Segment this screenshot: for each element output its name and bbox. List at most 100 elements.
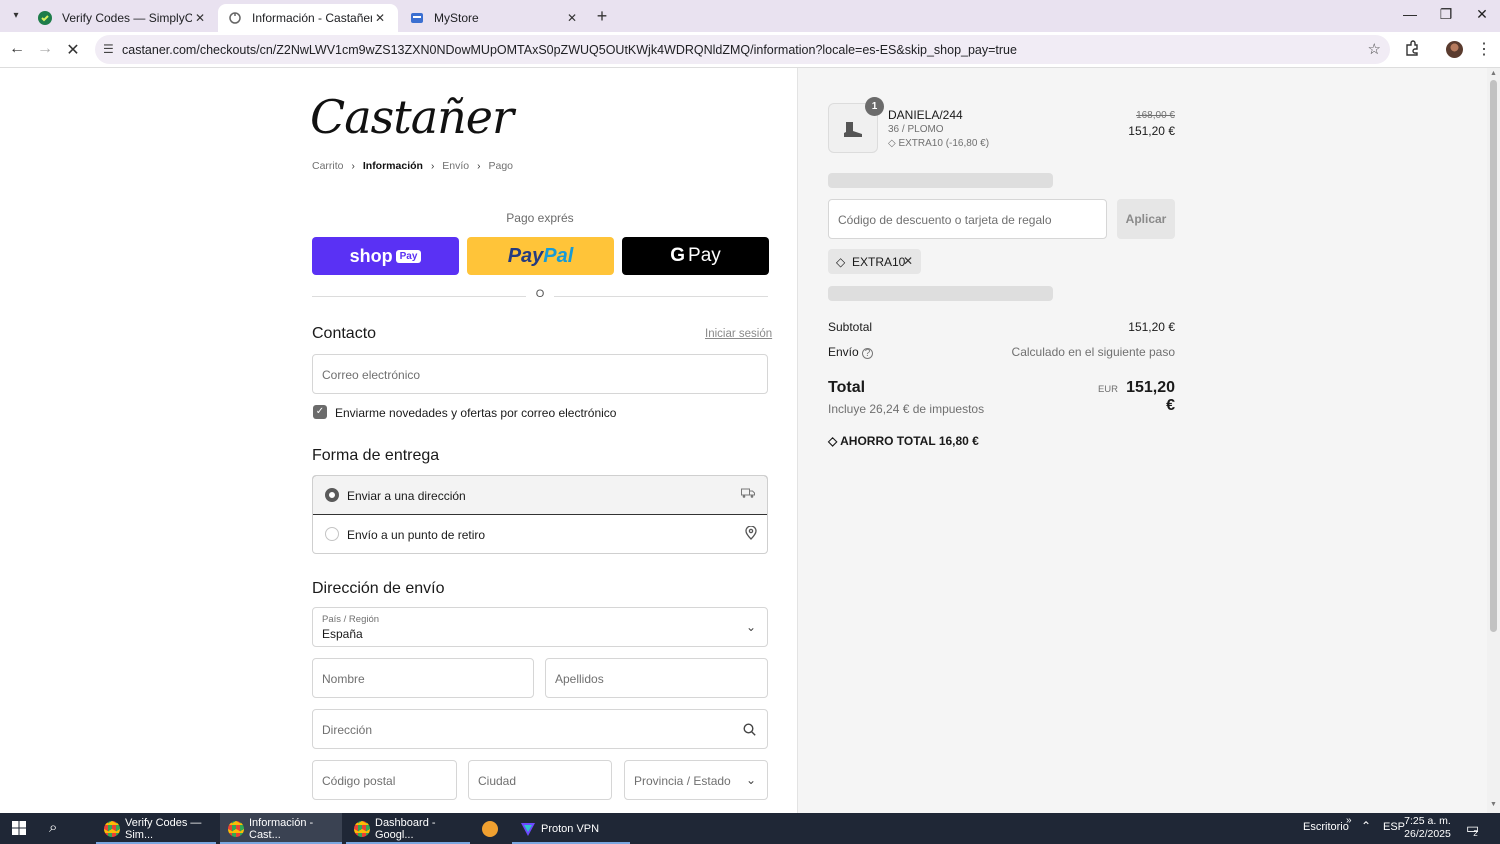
login-link[interactable]: Iniciar sesión bbox=[705, 328, 772, 340]
tab-close-icon[interactable]: ✕ bbox=[372, 11, 388, 25]
desktop-label[interactable]: Escritorio bbox=[1303, 821, 1349, 833]
desktop-expand-icon[interactable]: » bbox=[1346, 815, 1352, 826]
country-value: España bbox=[322, 627, 363, 641]
subtotal-value: 151,20 € bbox=[1128, 320, 1175, 334]
email-field[interactable]: Correo electrónico bbox=[312, 354, 768, 394]
savings-value: 16,80 € bbox=[938, 434, 979, 448]
taskbar-app-proton-vpn[interactable]: Proton VPN bbox=[512, 813, 630, 844]
browser-toolbar: ← → ✕ ☰ castaner.com/checkouts/cn/Z2NwLW… bbox=[0, 32, 1500, 68]
browser-menu-icon[interactable]: ⋮ bbox=[1476, 39, 1492, 59]
taskbar-app-chrome-dashboard[interactable]: Dashboard - Googl... bbox=[346, 813, 470, 844]
tab-close-icon[interactable]: ✕ bbox=[564, 11, 580, 25]
stop-loading-icon[interactable]: ✕ bbox=[63, 40, 83, 60]
site-favicon-icon bbox=[229, 12, 241, 24]
express-checkout-title: Pago exprés bbox=[506, 211, 574, 225]
tab-mystore[interactable]: MyStore ✕ bbox=[400, 4, 590, 32]
breadcrumb-cart[interactable]: Carrito bbox=[312, 160, 344, 172]
newsletter-checkbox[interactable]: ✓ bbox=[313, 405, 327, 419]
close-window-button[interactable]: ✕ bbox=[1472, 6, 1492, 23]
newsletter-label[interactable]: Enviarme novedades y ofertas por correo … bbox=[335, 406, 616, 420]
google-pay-button[interactable]: G Pay bbox=[622, 237, 769, 275]
address-bar[interactable]: ☰ castaner.com/checkouts/cn/Z2NwLWV1cm9w… bbox=[95, 35, 1390, 64]
windows-start-icon[interactable] bbox=[12, 821, 26, 835]
checkout-page: Castañer Carrito › Información › Envío ›… bbox=[0, 68, 1500, 813]
taskbar-app-chrome-informacion[interactable]: Información - Cast... bbox=[220, 813, 342, 844]
browser-tab-bar: ▾ Verify Codes — SimplyCodes ✕ Informaci… bbox=[0, 0, 1500, 32]
shipping-label: Envío ? bbox=[828, 345, 874, 359]
postal-code-field[interactable]: Código postal bbox=[312, 760, 457, 800]
apply-discount-button[interactable]: Aplicar bbox=[1117, 199, 1175, 239]
store-logo[interactable]: Castañer bbox=[310, 90, 514, 144]
tab-close-icon[interactable]: ✕ bbox=[192, 11, 208, 25]
delivery-option-ship[interactable]: Enviar a una dirección bbox=[313, 476, 767, 515]
extensions-icon[interactable] bbox=[1404, 40, 1420, 56]
paypal-button[interactable]: Pay Pal bbox=[467, 237, 614, 275]
url-text[interactable]: castaner.com/checkouts/cn/Z2NwLWV1cm9wZS… bbox=[122, 43, 1017, 57]
notifications-icon[interactable]: ▭2 bbox=[1466, 820, 1484, 838]
delivery-option-pickup[interactable]: Envío a un punto de retiro bbox=[313, 515, 767, 553]
applied-discount-chip: ◇ EXTRA10 ✕ bbox=[828, 249, 921, 274]
breadcrumb-payment: Pago bbox=[488, 160, 514, 172]
scrollbar-thumb[interactable] bbox=[1490, 80, 1497, 632]
location-pin-icon bbox=[745, 526, 757, 540]
loading-placeholder bbox=[828, 173, 1053, 188]
tab-verify-codes[interactable]: Verify Codes — SimplyCodes ✕ bbox=[28, 4, 218, 32]
delivery-option-label: Envío a un punto de retiro bbox=[347, 528, 486, 542]
restore-button[interactable]: ❐ bbox=[1436, 6, 1456, 23]
clock[interactable]: 7:25 a. m. 26/2/2025 bbox=[1400, 815, 1455, 841]
taskbar-app-label: Información - Cast... bbox=[249, 816, 314, 841]
delivery-heading: Forma de entrega bbox=[312, 447, 440, 464]
shipping-value: Calculado en el siguiente paso bbox=[1011, 345, 1175, 359]
remove-discount-icon[interactable]: ✕ bbox=[903, 254, 913, 268]
taskbar-app-label: Verify Codes — Sim... bbox=[125, 816, 202, 841]
shop-pay-button[interactable]: shop Pay bbox=[312, 237, 459, 275]
taskbar-search-icon[interactable]: ⌕ bbox=[49, 819, 57, 836]
city-field[interactable]: Ciudad bbox=[468, 760, 612, 800]
page-scrollbar[interactable]: ▲ ▼ bbox=[1487, 68, 1500, 813]
country-select[interactable]: País / Región España ⌄ bbox=[312, 607, 768, 647]
address-field[interactable]: Dirección bbox=[312, 709, 768, 749]
bookmark-star-icon[interactable]: ☆ bbox=[1368, 40, 1381, 58]
scroll-down-icon[interactable]: ▼ bbox=[1490, 801, 1497, 808]
tab-search-icon[interactable]: ▾ bbox=[6, 7, 26, 25]
taskbar-app-pinned[interactable] bbox=[474, 813, 508, 844]
product-price: 151,20 € bbox=[1128, 124, 1175, 138]
taskbar-app-chrome-verify[interactable]: Verify Codes — Sim... bbox=[96, 813, 216, 844]
province-select[interactable]: Provincia / Estado ⌄ bbox=[624, 760, 768, 800]
first-name-field[interactable]: Nombre bbox=[312, 658, 534, 698]
minimize-button[interactable]: — bbox=[1400, 6, 1420, 22]
address-placeholder: Dirección bbox=[322, 723, 373, 737]
last-name-field[interactable]: Apellidos bbox=[545, 658, 768, 698]
postal-code-placeholder: Código postal bbox=[322, 774, 396, 788]
currency-code: EUR bbox=[1097, 384, 1118, 395]
google-pay-text: Pay bbox=[688, 245, 721, 266]
clock-time: 7:25 a. m. bbox=[1404, 815, 1451, 827]
radio-unselected[interactable] bbox=[325, 527, 339, 541]
windows-taskbar: ⌕ Verify Codes — Sim... Información - Ca… bbox=[0, 813, 1500, 844]
clock-date: 26/2/2025 bbox=[1404, 828, 1451, 840]
discount-code-input[interactable]: Código de descuento o tarjeta de regalo bbox=[828, 199, 1107, 239]
back-icon[interactable]: ← bbox=[7, 40, 27, 58]
google-g-icon: G bbox=[670, 245, 686, 266]
paypal-pay-text: Pay bbox=[507, 244, 544, 267]
delivery-option-label: Enviar a una dirección bbox=[347, 489, 466, 503]
tag-icon: ◇ bbox=[888, 138, 899, 149]
taskbar-app-label: Proton VPN bbox=[541, 822, 600, 835]
chevron-right-icon: › bbox=[477, 160, 481, 172]
chevron-right-icon: › bbox=[351, 160, 355, 172]
profile-avatar[interactable] bbox=[1446, 41, 1463, 58]
site-info-icon[interactable]: ☰ bbox=[103, 42, 114, 56]
scroll-up-icon[interactable]: ▲ bbox=[1490, 70, 1497, 77]
taxes-note: Incluye 26,24 € de impuestos bbox=[828, 402, 985, 416]
chevron-down-icon: ⌄ bbox=[745, 620, 756, 634]
or-separator: O bbox=[526, 288, 554, 300]
last-name-placeholder: Apellidos bbox=[555, 672, 604, 686]
new-tab-button[interactable]: + bbox=[592, 6, 612, 27]
country-label: País / Región bbox=[322, 614, 380, 625]
radio-selected[interactable] bbox=[325, 488, 339, 502]
info-icon[interactable]: ? bbox=[862, 348, 874, 359]
forward-icon[interactable]: → bbox=[35, 40, 55, 58]
tray-chevron-up-icon[interactable]: ⌃ bbox=[1361, 819, 1371, 833]
discount-code-placeholder: Código de descuento o tarjeta de regalo bbox=[838, 213, 1052, 227]
tab-informacion[interactable]: Información - Castañer - Pantalla de pag… bbox=[218, 4, 398, 32]
